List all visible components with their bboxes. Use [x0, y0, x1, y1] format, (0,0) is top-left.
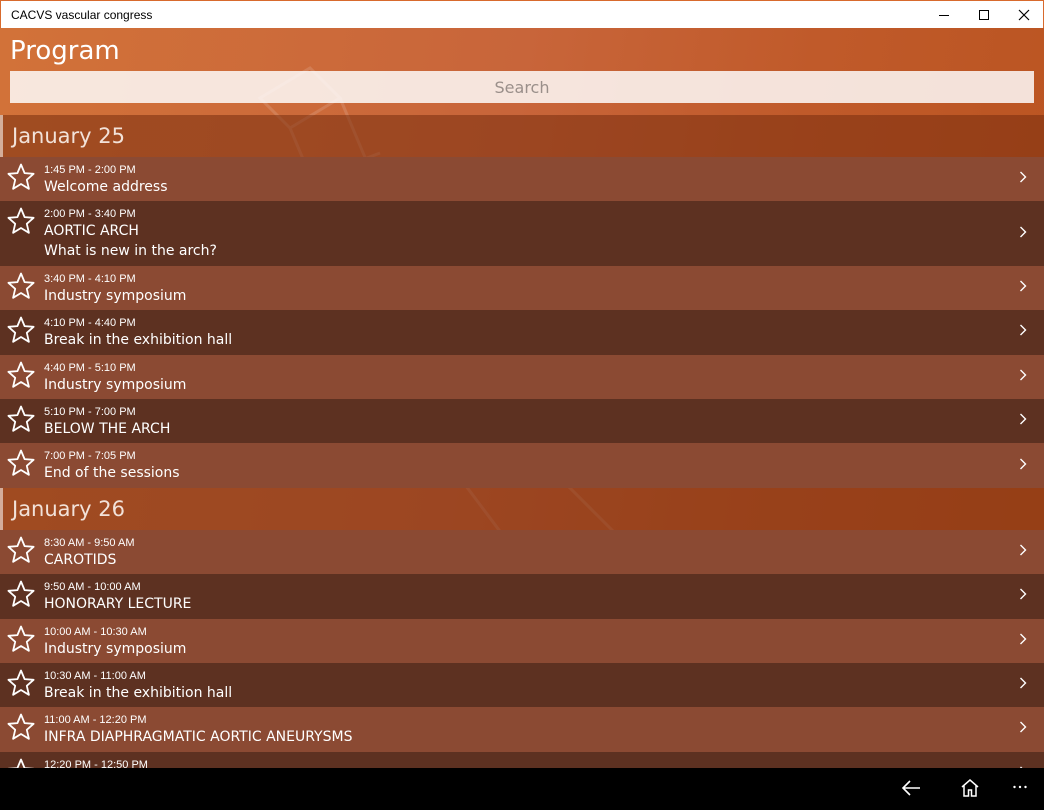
session-time: 4:40 PM - 5:10 PM — [44, 361, 136, 374]
session-row[interactable]: 8:30 AM - 9:50 AM CAROTIDS — [0, 529, 1044, 575]
session-row[interactable]: 7:00 PM - 7:05 PM End of the sessions — [0, 443, 1044, 488]
page-title: Program — [10, 36, 120, 66]
session-row[interactable]: 4:40 PM - 5:10 PM Industry symposium — [0, 354, 1044, 399]
star-outline-icon[interactable] — [6, 162, 36, 197]
session-row[interactable]: 2:00 PM - 3:40 PM AORTIC ARCH What is new … — [0, 201, 1044, 266]
session-row[interactable]: 12:20 PM - 12:50 PM — [0, 751, 1044, 768]
session-row[interactable]: 11:00 AM - 12:20 PM INFRA DIAPHRAGMATIC A… — [0, 707, 1044, 752]
star-outline-icon[interactable] — [6, 712, 36, 747]
star-outline-icon[interactable] — [6, 315, 36, 350]
home-icon — [961, 779, 979, 797]
session-row[interactable]: 3:40 PM - 4:10 PM Industry symposium — [0, 265, 1044, 311]
session-time: 4:10 PM - 4:40 PM — [44, 317, 136, 330]
search-input[interactable] — [10, 71, 1034, 103]
chevron-right-icon — [1019, 323, 1027, 341]
session-title: Break in the exhibition hall — [44, 332, 233, 349]
session-title: Industry symposium — [44, 287, 187, 304]
session-title: Welcome address — [44, 179, 168, 195]
session-row[interactable]: 10:00 AM - 10:30 AM Industry symposium — [0, 618, 1044, 663]
star-outline-icon[interactable] — [6, 535, 36, 570]
more-button[interactable] — [1012, 779, 1028, 795]
chevron-right-icon — [1019, 170, 1027, 188]
star-outline-icon[interactable] — [6, 624, 36, 659]
day-header: January 26 — [0, 487, 1044, 530]
session-row[interactable]: 1:45 PM - 2:00 PM Welcome address — [0, 157, 1044, 202]
close-button[interactable] — [1001, 1, 1044, 29]
chevron-right-icon — [1019, 368, 1027, 386]
session-time: 3:40 PM - 4:10 PM — [44, 272, 136, 285]
star-outline-icon[interactable] — [6, 579, 36, 614]
chevron-right-icon — [1019, 632, 1027, 650]
session-time: 2:00 PM - 3:40 PM — [44, 208, 136, 221]
session-title: Industry symposium — [44, 376, 187, 393]
back-button[interactable] — [900, 777, 922, 799]
window-title-bar: CACVS vascular congress — [0, 0, 1044, 28]
session-time: 9:50 AM - 10:00 AM — [44, 581, 141, 594]
chevron-right-icon — [1019, 587, 1027, 605]
app-content: Program January 25 1:45 PM - 2:00 PM Welco… — [0, 28, 1044, 768]
day-header: January 25 — [0, 115, 1044, 157]
star-outline-icon[interactable] — [6, 271, 36, 306]
chevron-right-icon — [1019, 279, 1027, 297]
window-title: CACVS vascular congress — [11, 8, 153, 22]
taskbar — [0, 768, 1044, 810]
star-outline-icon[interactable] — [6, 404, 36, 439]
session-title: INFRA DIAPHRAGMATIC AORTIC ANEURYSMS — [44, 729, 353, 746]
session-title: AORTIC ARCH — [44, 223, 139, 240]
star-outline-icon[interactable] — [6, 757, 36, 768]
star-outline-icon[interactable] — [6, 668, 36, 703]
minimize-icon — [939, 15, 949, 16]
session-title: HONORARY LECTURE — [44, 596, 192, 613]
session-row[interactable]: 4:10 PM - 4:40 PM Break in the exhibition… — [0, 310, 1044, 355]
session-time: 1:45 PM - 2:00 PM — [44, 164, 136, 176]
session-time: 5:10 PM - 7:00 PM — [44, 405, 136, 418]
back-arrow-icon — [901, 780, 920, 796]
day-header-label: January 26 — [12, 496, 126, 521]
chevron-right-icon — [1019, 457, 1027, 475]
chevron-right-icon — [1019, 720, 1027, 738]
session-title: End of the sessions — [44, 465, 180, 482]
chevron-right-icon — [1019, 225, 1027, 243]
star-outline-icon[interactable] — [6, 206, 36, 241]
chevron-right-icon — [1019, 543, 1027, 561]
star-outline-icon[interactable] — [6, 448, 36, 483]
session-subtitle: What is new in the arch? — [44, 243, 217, 260]
session-title: Break in the exhibition hall — [44, 684, 233, 701]
session-time: 10:30 AM - 11:00 AM — [44, 669, 146, 682]
session-title: BELOW THE ARCH — [44, 420, 171, 437]
session-row[interactable]: 5:10 PM - 7:00 PM BELOW THE ARCH — [0, 398, 1044, 444]
session-time: 12:20 PM - 12:50 PM — [44, 758, 148, 768]
session-row[interactable]: 9:50 AM - 10:00 AM HONORARY LECTURE — [0, 574, 1044, 619]
session-time: 7:00 PM - 7:05 PM — [44, 450, 136, 463]
star-outline-icon[interactable] — [6, 360, 36, 395]
session-title: Industry symposium — [44, 640, 187, 657]
session-time: 10:00 AM - 10:30 AM — [44, 625, 147, 638]
close-icon — [1018, 9, 1030, 21]
session-row[interactable]: 10:30 AM - 11:00 AM Break in the exhibiti… — [0, 662, 1044, 708]
more-icon — [1013, 785, 1027, 789]
day-header-label: January 25 — [12, 124, 126, 148]
maximize-icon — [979, 10, 989, 20]
chevron-right-icon — [1019, 412, 1027, 430]
session-time: 8:30 AM - 9:50 AM — [44, 536, 135, 549]
chevron-right-icon — [1019, 676, 1027, 694]
session-time: 11:00 AM - 12:20 PM — [44, 714, 147, 727]
program-list: January 25 1:45 PM - 2:00 PM Welcome addre… — [0, 115, 1044, 768]
session-title: CAROTIDS — [44, 551, 117, 568]
home-button[interactable] — [959, 777, 981, 799]
